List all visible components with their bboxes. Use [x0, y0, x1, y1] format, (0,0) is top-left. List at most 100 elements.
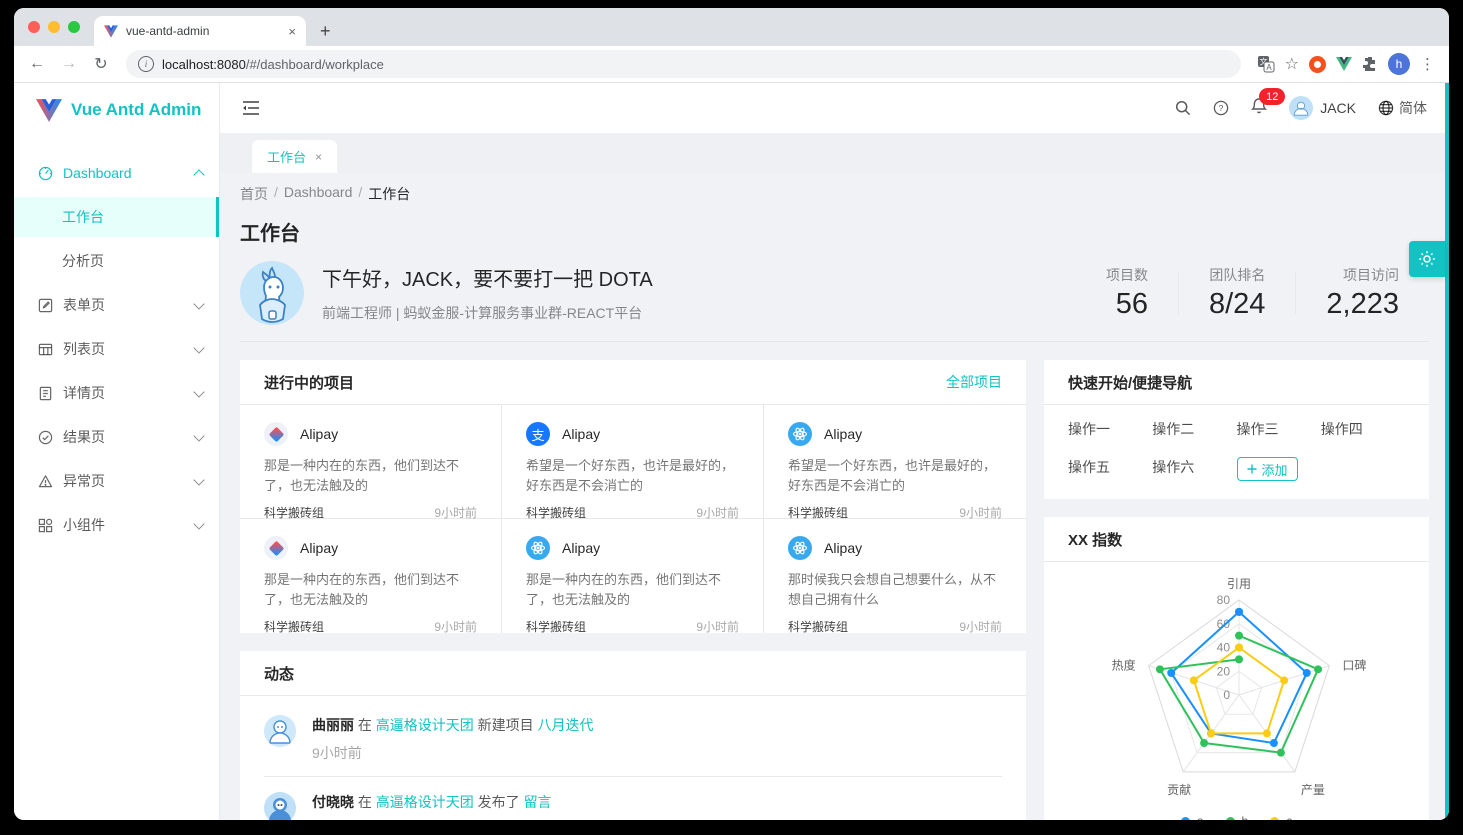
svg-text:80: 80	[1217, 593, 1231, 607]
project-group[interactable]: 科学搬砖组	[788, 618, 848, 635]
browser-tabstrip: vue-antd-admin × +	[14, 8, 1449, 46]
sidebar-item-widget[interactable]: 小组件	[14, 505, 219, 545]
activity-target-link[interactable]: 留言	[524, 794, 552, 810]
activity-user-link[interactable]: 付晓晓	[312, 794, 354, 810]
vue-logo-icon	[36, 99, 62, 122]
browser-tab-title: vue-antd-admin	[126, 24, 280, 38]
notification-badge: 12	[1259, 88, 1285, 105]
project-card[interactable]: Alipay 那时候我只会想自己想要什么，从不想自己拥有什么 科学搬砖组9小时前	[764, 519, 1026, 633]
quicknav-action-2[interactable]: 操作二	[1152, 419, 1236, 439]
quicknav-card-title: 快速开始/便捷导航	[1068, 372, 1192, 393]
project-card[interactable]: Alipay 那是一种内在的东西，他们到达不了，也无法触及的 科学搬砖组9小时前	[240, 405, 502, 519]
svg-text:A: A	[1266, 63, 1272, 72]
maximize-window-button[interactable]	[68, 21, 80, 33]
activity-team-link[interactable]: 高逼格设计天团	[376, 717, 474, 733]
activity-feed: 曲丽丽 在 高逼格设计天团 新建项目 八月迭代 9小时前	[240, 696, 1026, 820]
sidebar-item-dashboard[interactable]: Dashboard	[14, 153, 219, 193]
activity-card: 动态 曲丽丽 在	[240, 651, 1026, 820]
chevron-up-icon	[193, 169, 204, 180]
activity-target-link[interactable]: 八月迭代	[538, 717, 594, 733]
legend-item-c[interactable]: c	[1270, 814, 1292, 820]
notifications[interactable]: 12	[1251, 97, 1267, 119]
add-action-button[interactable]: 添加	[1237, 457, 1298, 481]
form-icon	[38, 298, 53, 313]
main-area: ? 12 JACK 简体	[220, 83, 1449, 820]
browser-tab[interactable]: vue-antd-admin ×	[94, 16, 306, 46]
reload-icon[interactable]: ↻	[88, 51, 114, 77]
project-card[interactable]: Alipay 希望是一个好东西，也许是最好的，好东西是不会消亡的 科学搬砖组9小…	[764, 405, 1026, 519]
project-grid: Alipay 那是一种内在的东西，他们到达不了，也无法触及的 科学搬砖组9小时前…	[240, 405, 1026, 633]
vue-favicon	[104, 25, 118, 38]
page-tabs: 工作台 ×	[220, 133, 1449, 173]
browser-profile-avatar[interactable]: h	[1388, 53, 1410, 75]
close-tab-icon[interactable]: ×	[288, 24, 296, 39]
quicknav-action-6[interactable]: 操作六	[1152, 457, 1236, 481]
chevron-down-icon	[193, 386, 204, 397]
tab-workplace[interactable]: 工作台 ×	[252, 140, 337, 173]
sidebar-item-result[interactable]: 结果页	[14, 417, 219, 457]
settings-gear-button[interactable]	[1409, 241, 1445, 277]
header-actions: ? 12 JACK 简体	[1175, 96, 1427, 120]
search-icon[interactable]	[1175, 100, 1191, 116]
project-card[interactable]: Alipay 那是一种内在的东西，他们到达不了，也无法触及的 科学搬砖组9小时前	[240, 519, 502, 633]
app-logo[interactable]: Vue Antd Admin	[14, 83, 219, 137]
user-name: JACK	[1320, 100, 1356, 116]
all-projects-link[interactable]: 全部项目	[946, 372, 1002, 392]
legend-dot	[1270, 817, 1279, 821]
breadcrumb-home[interactable]: 首页	[240, 184, 268, 204]
extensions-puzzle-icon[interactable]	[1362, 56, 1378, 72]
app-logo-text: Vue Antd Admin	[71, 100, 201, 120]
quicknav-action-3[interactable]: 操作三	[1237, 419, 1321, 439]
site-info-icon[interactable]: i	[138, 56, 154, 72]
table-icon	[38, 342, 53, 357]
project-card[interactable]: Alipay 希望是一个好东西，也许是最好的，好东西是不会消亡的 科学搬砖组9小…	[502, 405, 764, 519]
project-group[interactable]: 科学搬砖组	[526, 618, 586, 635]
legend-item-a[interactable]: a	[1181, 814, 1204, 820]
quicknav-action-4[interactable]: 操作四	[1321, 419, 1405, 439]
sidebar-item-detail[interactable]: 详情页	[14, 373, 219, 413]
sidebar-item-form[interactable]: 表单页	[14, 285, 219, 325]
sidebar-item-workplace[interactable]: 工作台	[14, 197, 219, 237]
legend-item-b[interactable]: b	[1226, 814, 1249, 820]
activity-avatar	[264, 792, 296, 820]
quicknav-card: 快速开始/便捷导航 操作一 操作二 操作三 操作四 操作五 操作六	[1044, 360, 1429, 499]
atom-icon	[788, 422, 812, 446]
activity-team-link[interactable]: 高逼格设计天团	[376, 794, 474, 810]
language-switcher[interactable]: 简体	[1378, 98, 1427, 118]
minimize-window-button[interactable]	[48, 21, 60, 33]
ant-design-icon	[264, 536, 288, 560]
help-icon[interactable]: ?	[1213, 100, 1229, 116]
sidebar-item-list[interactable]: 列表页	[14, 329, 219, 369]
user-menu[interactable]: JACK	[1289, 96, 1356, 120]
menu-fold-icon[interactable]	[242, 100, 260, 116]
divider	[240, 341, 1429, 342]
close-window-button[interactable]	[28, 21, 40, 33]
quicknav-action-5[interactable]: 操作五	[1068, 457, 1152, 481]
breadcrumb: 首页/ Dashboard/ 工作台	[240, 184, 1429, 204]
new-tab-button[interactable]: +	[320, 21, 331, 42]
extension-icon[interactable]	[1309, 56, 1326, 73]
project-group[interactable]: 科学搬砖组	[264, 618, 324, 635]
chart-card-title: XX 指数	[1068, 529, 1122, 550]
chevron-down-icon	[193, 474, 204, 485]
breadcrumb-dashboard[interactable]: Dashboard	[284, 184, 353, 204]
browser-menu-icon[interactable]: ⋮	[1420, 55, 1435, 73]
translate-icon[interactable]: 文A	[1257, 55, 1275, 73]
sidebar-item-analysis[interactable]: 分析页	[14, 241, 219, 281]
check-circle-icon	[38, 430, 53, 445]
quicknav-action-1[interactable]: 操作一	[1068, 419, 1152, 439]
legend-dot	[1181, 817, 1190, 821]
forward-icon[interactable]: →	[56, 51, 82, 77]
close-tab-icon[interactable]: ×	[315, 150, 322, 164]
vue-devtools-icon[interactable]	[1336, 57, 1352, 71]
sidebar-item-exception[interactable]: 异常页	[14, 461, 219, 501]
index-chart-card: XX 指数 020406080引用口碑产量贡献热度 abc	[1044, 517, 1429, 820]
alipay-icon	[526, 422, 550, 446]
browser-window: vue-antd-admin × + ← → ↻ i localhost:808…	[14, 8, 1449, 820]
activity-user-link[interactable]: 曲丽丽	[312, 717, 354, 733]
bookmark-star-icon[interactable]: ☆	[1285, 54, 1299, 74]
url-bar[interactable]: i localhost:8080/#/dashboard/workplace	[126, 50, 1241, 78]
chevron-down-icon	[193, 298, 204, 309]
back-icon[interactable]: ←	[24, 51, 50, 77]
project-card[interactable]: Alipay 那是一种内在的东西，他们到达不了，也无法触及的 科学搬砖组9小时前	[502, 519, 764, 633]
